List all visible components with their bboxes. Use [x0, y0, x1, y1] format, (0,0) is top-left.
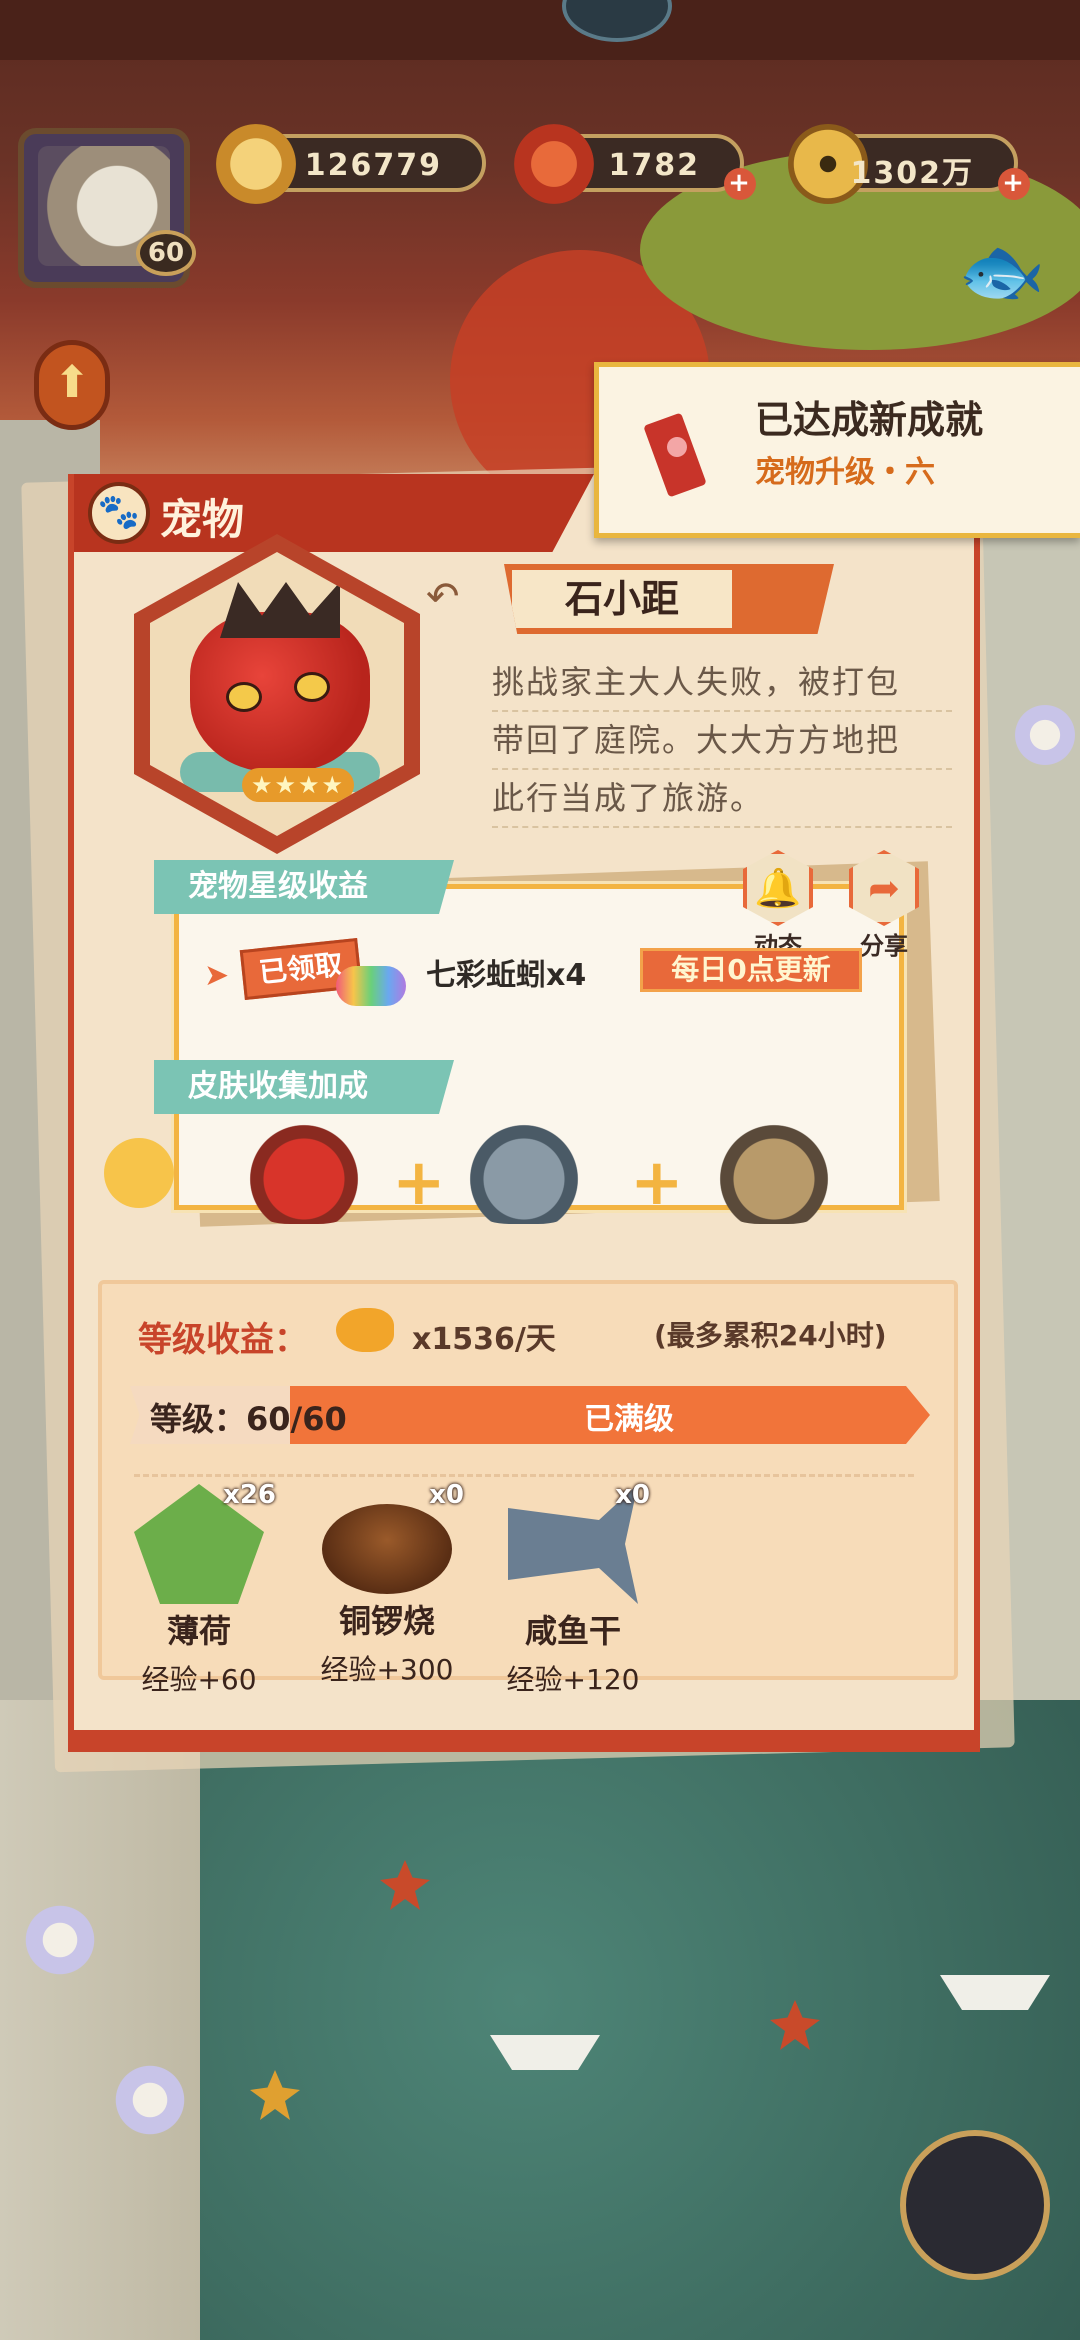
- food-item-dried-fish[interactable]: x0 咸鱼干 经验+120: [488, 1480, 658, 1698]
- swirl-decoration: ↶: [426, 574, 460, 620]
- daily-update-badge: 每日0点更新: [640, 948, 862, 992]
- level-income-label: 等级收益：: [138, 1320, 308, 1360]
- rainbow-worm-icon: [336, 966, 406, 1006]
- chrysanthemum-coin-icon: [216, 124, 296, 204]
- level-income-value: x1536/天: [412, 1322, 556, 1357]
- share-button[interactable]: ➦ 分享: [844, 850, 924, 961]
- paw-icon: 🐾: [88, 482, 150, 544]
- item-name: 薄荷: [166, 1612, 231, 1650]
- red-charm-icon: [621, 403, 707, 503]
- pet-star-rating: ★★★★: [242, 768, 354, 802]
- pet-panel: 🐾 宠物 ★★★★ ↶ 石小距 挑战家主大人失败，被打包 带回了庭院。大大方方地…: [68, 474, 980, 1752]
- item-name: 铜锣烧: [338, 1602, 435, 1640]
- divider: [134, 1474, 914, 1477]
- flower-decoration: [20, 1900, 100, 1980]
- pet-portrait-frame: ★★★★: [150, 552, 404, 836]
- item-count: x0: [615, 1480, 650, 1510]
- skin-gray-icon[interactable]: [454, 1124, 594, 1224]
- goldfish-icon: [336, 1308, 394, 1352]
- item-exp: 经验+300: [320, 1653, 454, 1686]
- coin-counter[interactable]: 1302万 +: [788, 124, 1030, 204]
- skin-bonus-tab: 皮肤收集加成: [154, 1060, 454, 1114]
- add-coin-button[interactable]: +: [998, 168, 1030, 200]
- item-exp: 经验+60: [141, 1663, 257, 1696]
- food-item-mint[interactable]: x26 薄荷 经验+60: [114, 1480, 284, 1698]
- item-count: x0: [429, 1480, 464, 1510]
- pet-name: 石小距: [512, 570, 732, 628]
- character-shortcut-button[interactable]: [900, 2130, 1050, 2280]
- star-benefit-tab: 宠物星级收益: [154, 860, 454, 914]
- skin-red-icon[interactable]: [234, 1124, 374, 1224]
- flower-decoration: [1010, 700, 1080, 770]
- item-count: x26: [223, 1480, 276, 1510]
- pet-eye: [294, 672, 330, 702]
- paw-decoration: [104, 1138, 174, 1208]
- achievement-toast[interactable]: 已达成新成就 宠物升级・六: [594, 362, 1080, 538]
- plus-icon: +: [392, 1146, 446, 1220]
- dynamic-button[interactable]: 🔔 动态: [738, 850, 818, 961]
- pet-name-tag: 石小距: [504, 564, 834, 634]
- carp-icon[interactable]: 🐟: [958, 230, 1045, 330]
- coin-value: 1302万: [850, 156, 974, 191]
- flower-decoration: [110, 2060, 190, 2140]
- gold-ring-value: 126779: [304, 148, 442, 183]
- panel-title: 宠物: [160, 495, 245, 544]
- food-item-dorayaki[interactable]: x0 铜锣烧 经验+300: [302, 1480, 472, 1688]
- pet-eye: [226, 682, 262, 712]
- bell-icon: 🔔: [743, 850, 813, 926]
- description-line: 此行当成了旅游。: [492, 770, 952, 828]
- item-exp: 经验+120: [506, 1663, 640, 1696]
- toast-subtitle: 宠物升级・六: [755, 455, 935, 490]
- item-name: 咸鱼干: [524, 1612, 621, 1650]
- description-line: 带回了庭院。大大方方地把: [492, 712, 952, 770]
- level-max-label: 已满级: [584, 1402, 674, 1437]
- gold-ring-counter[interactable]: 126779: [216, 124, 486, 204]
- arrow-right-icon: ➤: [204, 958, 230, 993]
- magatama-counter[interactable]: 1782 +: [514, 124, 756, 204]
- plus-icon: +: [630, 1146, 684, 1220]
- up-arrow-button[interactable]: ⬆: [34, 340, 110, 430]
- share-icon: ➦: [849, 850, 919, 926]
- toast-title: 已达成新成就: [755, 398, 984, 442]
- pet-armor: [220, 582, 340, 638]
- pet-description: 挑战家主大人失败，被打包 带回了庭院。大大方方地把 此行当成了旅游。: [492, 654, 952, 828]
- pet-portrait[interactable]: ★★★★: [134, 534, 420, 854]
- roof-edge: [0, 0, 1080, 60]
- dorayaki-icon: [322, 1504, 452, 1594]
- add-magatama-button[interactable]: +: [724, 168, 756, 200]
- panel-header: 🐾 宠物: [74, 474, 594, 552]
- level-income-note: (最多累积24小时): [654, 1319, 887, 1352]
- garden-flowerbed: [0, 1700, 200, 2340]
- description-line: 挑战家主大人失败，被打包: [492, 654, 952, 712]
- player-level-badge: 60: [136, 230, 196, 276]
- magatama-icon: [514, 124, 594, 204]
- daily-reward-text: 七彩蚯蚓x4: [426, 958, 587, 993]
- skin-brown-icon[interactable]: [704, 1124, 844, 1224]
- level-label: 等级：60/60: [150, 1400, 347, 1438]
- magatama-value: 1782: [608, 148, 700, 183]
